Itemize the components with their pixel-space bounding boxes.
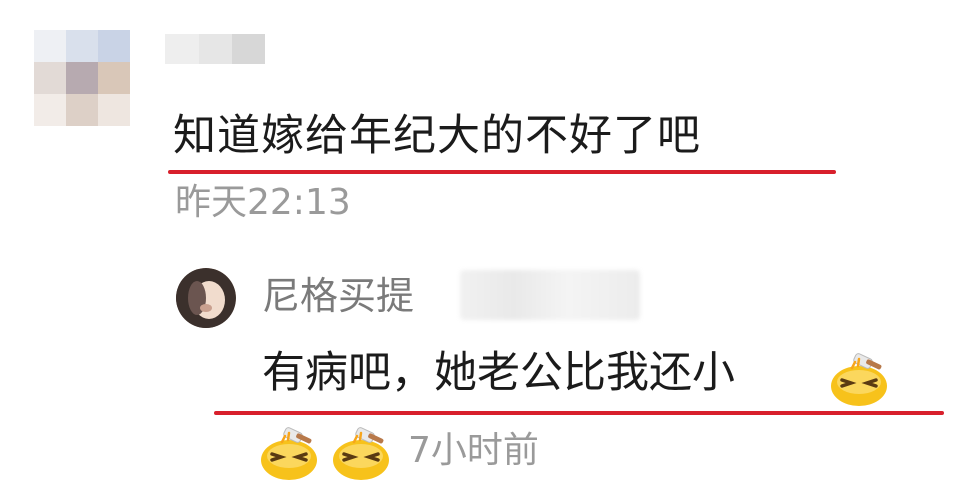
comment-timestamp: 昨天22:13: [175, 182, 351, 223]
comment-text: 知道嫁给年纪大的不好了吧: [173, 111, 701, 161]
facepalm-emoji-icon: [828, 350, 890, 408]
commenter-avatar-pixelated[interactable]: [34, 30, 130, 126]
reply-author-avatar[interactable]: [176, 268, 236, 328]
commenter-name-pixelated[interactable]: [165, 34, 265, 64]
reply-timestamp: 7小时前: [408, 430, 539, 471]
facepalm-emoji-icon: [330, 424, 392, 482]
facepalm-emoji-icon: [258, 424, 320, 482]
reply-author-tag-pixelated: [460, 270, 640, 320]
comment-highlight-underline: [168, 170, 836, 174]
reply-author-name[interactable]: 尼格买提: [262, 268, 414, 324]
reply-highlight-underline: [214, 411, 944, 415]
avatar-face-icon: [176, 268, 236, 328]
reply-text: 有病吧，她老公比我还小: [262, 348, 735, 398]
